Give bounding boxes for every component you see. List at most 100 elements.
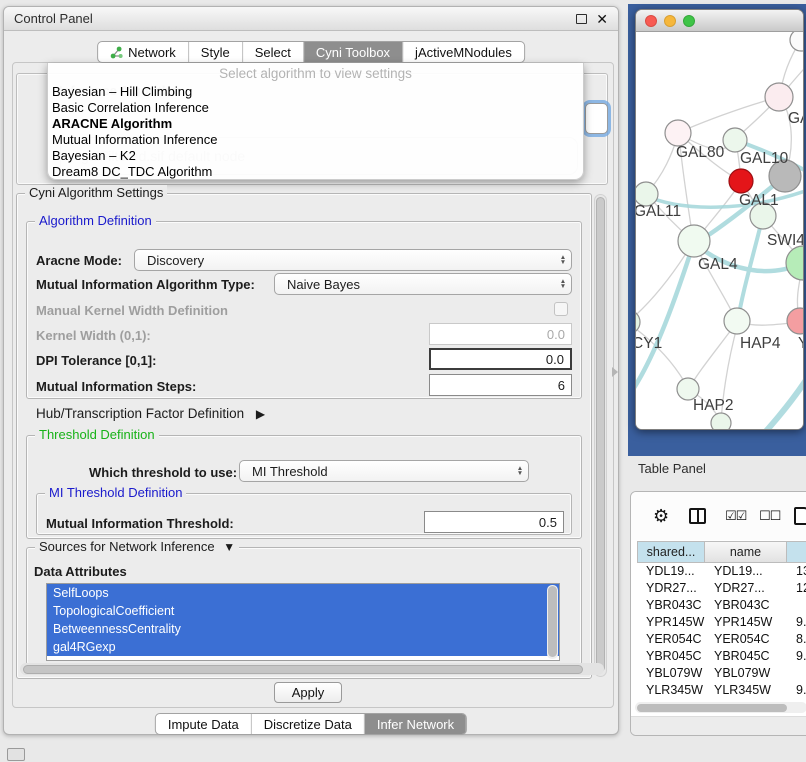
table-row[interactable]: YLR345WYLR345W9.: [637, 682, 806, 699]
node-gal[interactable]: [765, 83, 793, 111]
table-panel-footer: [631, 716, 806, 735]
list-item-topologicalcoefficient[interactable]: TopologicalCoefficient: [47, 602, 559, 620]
application-root: Control Panel ✕ Network Style Selec: [0, 0, 806, 762]
node-gal10[interactable]: [723, 128, 747, 152]
tab-cyni-toolbox[interactable]: Cyni Toolbox: [304, 42, 403, 62]
mi-threshold-field[interactable]: 0.5: [424, 511, 564, 533]
dpi-tolerance-label: DPI Tolerance [0,1]:: [36, 353, 156, 368]
chevron-updown-icon: ▲▼: [555, 279, 571, 289]
table-row[interactable]: YBR043CYBR043C: [637, 597, 806, 614]
data-attributes-label: Data Attributes: [34, 564, 127, 579]
network-canvas[interactable]: GAL GAL80 GAL10 GAL1 GAL11 SWI4 GAL4 GCY…: [636, 32, 803, 429]
window-zoom-icon[interactable]: [683, 15, 695, 27]
chevron-updown-icon: ▲▼: [512, 466, 528, 476]
tab-infer-network[interactable]: Infer Network: [365, 714, 466, 734]
list-item-selfloops[interactable]: SelfLoops: [47, 584, 559, 602]
node-salmon[interactable]: [787, 308, 803, 334]
dpi-tolerance-field[interactable]: 0.0: [429, 348, 572, 370]
control-panel-tabbar: Network Style Select Cyni Toolbox jActiv…: [97, 41, 525, 63]
kernel-width-label: Kernel Width (0,1):: [36, 328, 151, 343]
network-icon: [110, 46, 123, 59]
close-icon[interactable]: ✕: [596, 12, 608, 26]
table-row[interactable]: YBR045CYBR045C9.: [637, 648, 806, 665]
control-panel-window: Control Panel ✕ Network Style Selec: [3, 6, 619, 735]
attribute-list-scrollbar[interactable]: [547, 585, 558, 659]
algo-item-aracne[interactable]: ARACNE Algorithm: [48, 116, 583, 132]
table-horizontal-scrollbar[interactable]: [635, 702, 806, 713]
algo-item-dream8[interactable]: Dream8 DC_TDC Algorithm: [48, 164, 583, 180]
tab-impute-data[interactable]: Impute Data: [156, 714, 252, 734]
control-panel-title: Control Panel: [14, 11, 93, 26]
gear-icon[interactable]: ⚙: [653, 506, 669, 527]
node-label: GAL11: [636, 203, 681, 220]
algorithm-combo-fragment[interactable]: [585, 103, 608, 134]
node-gal80[interactable]: [665, 120, 691, 146]
manual-kernel-width-label: Manual Kernel Width Definition: [36, 303, 228, 318]
export-table-icon[interactable]: [794, 507, 806, 525]
mi-algorithm-type-label: Mutual Information Algorithm Type:: [36, 277, 255, 292]
node-bottom[interactable]: [711, 413, 731, 429]
network-window-titlebar[interactable]: [636, 10, 803, 32]
chevron-updown-icon: ▲▼: [555, 255, 571, 265]
mi-steps-label: Mutual Information Steps:: [36, 379, 196, 394]
algorithm-placeholder: Select algorithm to view settings: [48, 63, 583, 84]
node-gal1[interactable]: [729, 169, 753, 193]
network-graph: GAL GAL80 GAL10 GAL1 GAL11 SWI4 GAL4 GCY…: [636, 32, 803, 429]
algo-item-bayesian-k2[interactable]: Bayesian – K2: [48, 148, 583, 164]
settings-horizontal-scrollbar[interactable]: [20, 663, 604, 675]
aracne-mode-label: Aracne Mode:: [36, 253, 122, 268]
table-row[interactable]: YDL19...YDL19...13: [637, 563, 806, 580]
algo-item-bayesian-hill-climbing[interactable]: Bayesian – Hill Climbing: [48, 84, 583, 100]
table-row[interactable]: YBL079WYBL079W: [637, 665, 806, 682]
column-header-partial[interactable]: [787, 541, 806, 563]
list-item-betweennesscentrality[interactable]: BetweennessCentrality: [47, 620, 559, 638]
table-row[interactable]: YER054CYER054C8.: [637, 631, 806, 648]
tab-select[interactable]: Select: [243, 42, 304, 62]
node-swi4[interactable]: [786, 246, 803, 280]
data-attributes-list: SelfLoops TopologicalCoefficient Between…: [46, 583, 560, 661]
kernel-width-field[interactable]: 0.0: [429, 323, 572, 345]
table-row[interactable]: YDR27...YDR27...12: [637, 580, 806, 597]
tab-jactivemnodules[interactable]: jActiveMNodules: [403, 42, 524, 62]
deselect-all-checks-icon[interactable]: ☐☐: [759, 508, 780, 524]
column-header-name[interactable]: name: [705, 541, 787, 563]
tab-style[interactable]: Style: [189, 42, 243, 62]
threshold-definition-title: Threshold Definition: [35, 427, 159, 442]
caret-down-icon: ▼: [223, 540, 235, 554]
apply-button[interactable]: Apply: [274, 682, 342, 703]
tab-discretize-data[interactable]: Discretize Data: [252, 714, 365, 734]
select-all-checks-icon[interactable]: ☑☑: [725, 508, 746, 524]
tab-network[interactable]: Network: [98, 42, 189, 62]
table-panel-box: ⚙ ☑☑ ☐☐ shared... name YDL19...YDL19...1…: [630, 491, 806, 736]
float-panel-icon[interactable]: [576, 14, 587, 24]
aracne-mode-combo[interactable]: Discovery ▲▼: [134, 249, 572, 271]
cyni-settings-group-title: Cyni Algorithm Settings: [25, 185, 167, 200]
network-nodes: [636, 32, 803, 429]
manual-kernel-width-checkbox[interactable]: [554, 302, 568, 316]
panel-splitter-handle[interactable]: [612, 367, 618, 377]
node-gal4[interactable]: [678, 225, 710, 257]
caret-right-icon: ▶: [256, 407, 265, 421]
table-rows: YDL19...YDL19...13 YDR27...YDR27...12 YB…: [637, 563, 806, 702]
list-item-gal4rgexp[interactable]: gal4RGexp: [47, 638, 559, 656]
table-row[interactable]: YPR145WYPR145W9.: [637, 614, 806, 631]
sources-group-title[interactable]: Sources for Network Inference ▼: [35, 539, 239, 554]
mi-algorithm-type-combo[interactable]: Naive Bayes ▲▼: [274, 273, 572, 295]
dock-panel-icon[interactable]: [7, 748, 25, 761]
columns-icon[interactable]: [689, 508, 706, 524]
node-hap4[interactable]: [724, 308, 750, 334]
column-header-shared-name[interactable]: shared...: [637, 541, 705, 563]
which-threshold-combo[interactable]: MI Threshold ▲▼: [239, 460, 529, 482]
algo-item-mutual-information[interactable]: Mutual Information Inference: [48, 132, 583, 148]
algo-item-basic-correlation[interactable]: Basic Correlation Inference: [48, 100, 583, 116]
mi-steps-field[interactable]: 6: [429, 374, 572, 396]
node-partial-top[interactable]: [790, 32, 803, 51]
window-minimize-icon[interactable]: [664, 15, 676, 27]
settings-vertical-scrollbar[interactable]: [594, 194, 607, 677]
algorithm-dropdown-popup: Select algorithm to view settings Bayesi…: [47, 63, 584, 180]
window-close-icon[interactable]: [645, 15, 657, 27]
node-label: HAP2: [693, 397, 734, 414]
network-view-window: GAL GAL80 GAL10 GAL1 GAL11 SWI4 GAL4 GCY…: [635, 9, 804, 430]
hub-definition-toggle[interactable]: Hub/Transcription Factor Definition ▶: [36, 406, 265, 421]
node-label: Y: [798, 335, 803, 352]
